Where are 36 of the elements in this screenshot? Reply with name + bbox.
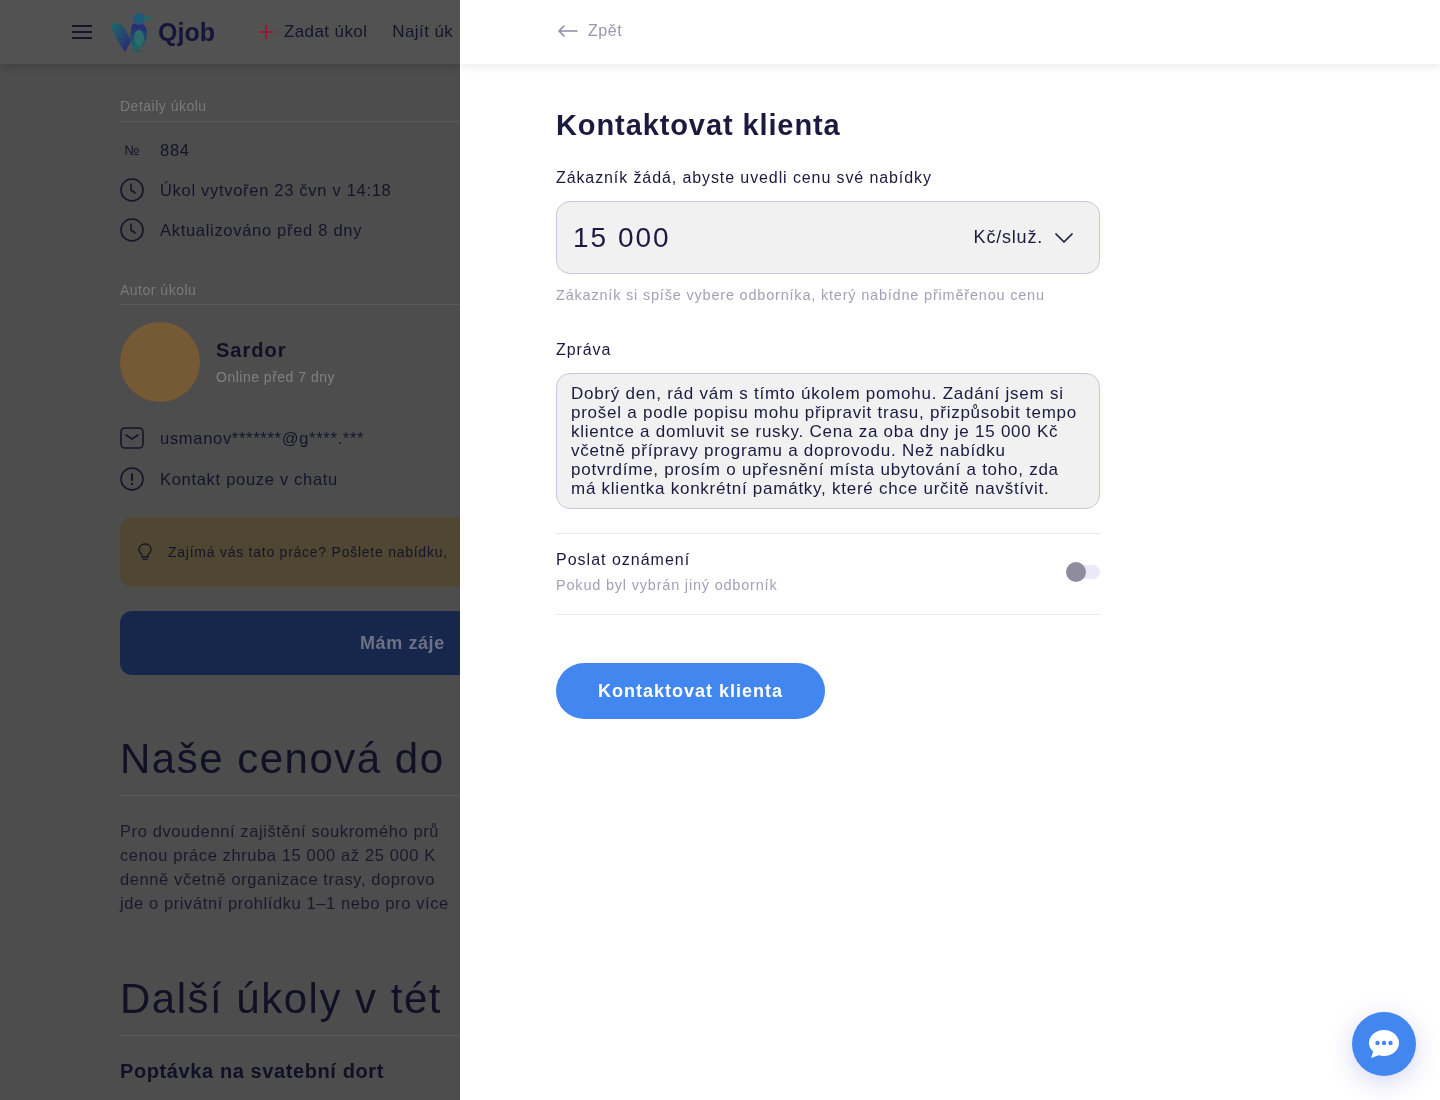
lightbulb-icon	[138, 543, 152, 561]
message-field[interactable]: Dobrý den, rád vám s tímto úkolem pomohu. Zadání jsem si prošel a podle popisu mohu připravit trasu, přizpůsobit tempo klientce a domluvit se rusky. Cena za oba dny je 15 000 Kč včetně přípravy programu a doprovodu. Než nabídku potvrdíme, prosím o upřesnění místa ubytování a toho, zda má klientka konkrétní památky, které chce určitě navštívit.	[556, 373, 1100, 509]
clock-icon	[120, 178, 144, 202]
chevron-down-icon	[1055, 232, 1073, 243]
setting-title: Poslat oznámení	[556, 550, 692, 570]
chat-bubble-icon	[1368, 1029, 1400, 1059]
plus-icon	[258, 25, 273, 39]
arrow-left-icon	[558, 25, 578, 37]
hint-text: Zákazník si spíše vybere odborníka, který nabídne přiměřenou cenu	[556, 286, 1045, 304]
task-link[interactable]: Poptávka na svatební dort	[120, 1059, 384, 1083]
toggle-switch[interactable]	[1066, 562, 1100, 582]
field-label: Zákazník žádá, abyste uvedli cenu své nabídky	[556, 168, 932, 188]
submit-button[interactable]: Kontaktovat klienta	[556, 663, 825, 719]
nav-link[interactable]: Zadat úkol	[258, 22, 368, 42]
back-link[interactable]: Zpět	[558, 22, 623, 40]
envelope-icon	[120, 427, 144, 449]
author-name: Sardor	[216, 337, 288, 362]
alert-icon	[120, 467, 144, 491]
detail-text: 884	[160, 140, 190, 160]
detail-text: Úkol vytvořen 23 čvn v 14:18	[160, 180, 392, 200]
price-field[interactable]: 15 000 Kč/služ.	[556, 201, 1100, 274]
contact-text: Kontakt pouze v chatu	[160, 469, 338, 489]
nav-link[interactable]: Najít úk	[392, 22, 454, 42]
field-label: Zpráva	[556, 340, 612, 360]
setting-subtitle: Pokud byl vybrán jiný odborník	[556, 576, 778, 594]
interest-button[interactable]: Mám záje	[120, 611, 460, 675]
bird-logo-icon[interactable]	[110, 11, 156, 53]
clock-icon	[120, 218, 144, 242]
number-sign: №	[123, 142, 141, 158]
menu-icon[interactable]	[72, 25, 92, 39]
detail-text: Aktualizováno před 8 dny	[160, 220, 363, 240]
logo-text[interactable]: Qjob	[158, 17, 215, 47]
tip-text: Zajímá vás tato práce? Pošlete nabídku,	[168, 544, 448, 560]
drawer-title: Kontaktovat klienta	[556, 108, 841, 142]
contact-text: usmanov*******@g****.***	[160, 428, 365, 448]
unit-dropdown[interactable]: Kč/služ.	[973, 227, 1073, 248]
